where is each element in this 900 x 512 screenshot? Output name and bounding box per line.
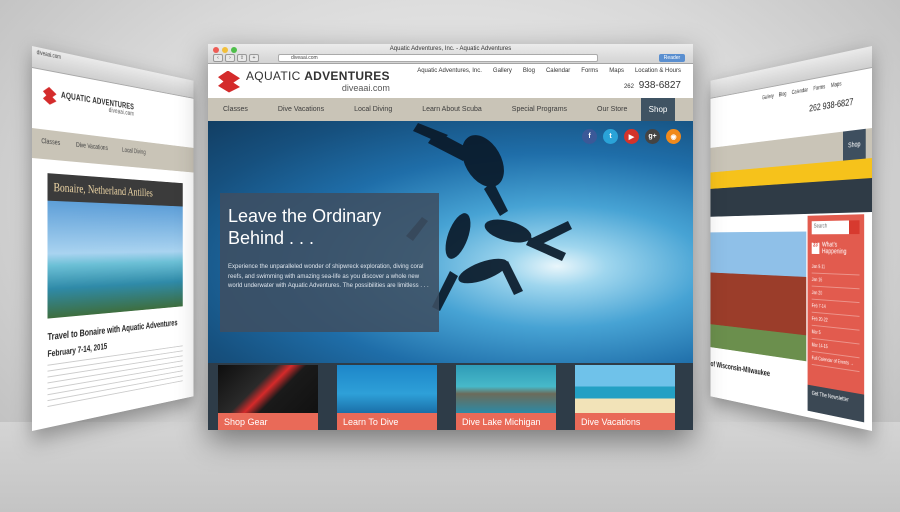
top-link-maps[interactable]: Maps — [609, 68, 624, 74]
tile-label: Dive Vacations — [575, 413, 675, 430]
tile-dive-lake-michigan[interactable]: Dive Lake Michigan — [456, 365, 556, 430]
left-browser-window: diveaai.com AQUATIC ADVENTURES diveaai.c… — [32, 46, 194, 431]
nav-item-classes[interactable]: Classes — [208, 106, 263, 113]
right-top-link[interactable]: Calendar — [792, 88, 808, 96]
left-nav-item[interactable]: Classes — [41, 138, 60, 152]
whats-happening-heading: 23 What's Happening — [811, 241, 860, 256]
whats-happening-sidebar: Search 23 What's Happening Jan 9-11 Jan … — [807, 214, 865, 423]
top-link-gallery[interactable]: Gallery — [493, 68, 512, 74]
logo-mark-icon — [218, 70, 240, 93]
diver-image — [337, 365, 437, 413]
browser-nav-buttons: ‹ › ⇪ + — [213, 54, 259, 62]
right-top-link[interactable]: Blog — [779, 92, 787, 99]
shipwreck-image — [456, 365, 556, 413]
address-bar[interactable]: diveaai.com — [278, 54, 598, 62]
shop-button[interactable]: Shop — [641, 98, 675, 121]
brand-name: AQUATIC ADVENTURES — [246, 70, 390, 82]
top-link-company[interactable]: Aquatic Adventures, Inc. — [417, 68, 482, 74]
hero-text-box: Leave the Ordinary Behind . . . Experien… — [220, 193, 439, 332]
window-title: Aquatic Adventures, Inc. - Aquatic Adven… — [389, 46, 512, 52]
share-icon[interactable]: ⇪ — [237, 54, 247, 62]
site-header: AQUATIC ADVENTURES diveaai.com Aquatic A… — [208, 64, 693, 98]
nav-item-special-programs[interactable]: Special Programs — [497, 106, 582, 113]
right-search-input[interactable]: Search — [811, 220, 860, 235]
right-phone: 262 938-6827 — [809, 97, 853, 114]
phone-number[interactable]: 262 938-6827 — [624, 80, 681, 91]
hero-heading: Leave the Ordinary Behind . . . — [228, 206, 382, 248]
top-link-forms[interactable]: Forms — [581, 68, 598, 74]
browser-chrome: Aquatic Adventures, Inc. - Aquatic Adven… — [208, 44, 693, 64]
feature-tiles: Shop Gear Learn To Dive Dive Lake Michig… — [208, 363, 693, 430]
top-link-calendar[interactable]: Calendar — [546, 68, 570, 74]
brand-domain: diveaai.com — [341, 83, 390, 93]
right-post-title[interactable]: of Wisconsin-Milwaukee — [711, 359, 770, 378]
newsletter-box[interactable]: Get The Newsletter — [807, 384, 865, 423]
twitter-icon[interactable]: t — [603, 129, 618, 144]
building-photo — [710, 231, 807, 362]
site-logo[interactable]: AQUATIC ADVENTURES diveaai.com — [218, 70, 390, 93]
add-icon[interactable]: + — [249, 54, 259, 62]
right-shop-button[interactable]: Shop — [843, 128, 866, 161]
right-top-link[interactable]: Maps — [831, 82, 842, 90]
right-top-link[interactable]: Gallery — [762, 94, 774, 101]
main-nav: Classes Dive Vacations Local Diving Lear… — [208, 98, 693, 121]
top-link-location[interactable]: Location & Hours — [635, 68, 681, 74]
nav-item-local-diving[interactable]: Local Diving — [339, 106, 407, 113]
bonaire-photo — [47, 200, 183, 319]
right-browser-window: Gallery Blog Calendar Forms Maps 262 938… — [710, 46, 872, 431]
brand-name-bold: ADVENTURES — [304, 69, 390, 83]
tile-label: Learn To Dive — [337, 413, 437, 430]
social-links: f t ▶ g+ ◉ — [582, 129, 681, 144]
back-icon[interactable]: ‹ — [213, 54, 223, 62]
facebook-icon[interactable]: f — [582, 129, 597, 144]
reader-button[interactable]: Reader — [659, 54, 685, 62]
youtube-icon[interactable]: ▶ — [624, 129, 639, 144]
beach-image — [575, 365, 675, 413]
tile-learn-to-dive[interactable]: Learn To Dive — [337, 365, 437, 430]
hero-banner: f t ▶ g+ ◉ Leave the Ordinary Behind . .… — [208, 121, 693, 363]
right-top-link[interactable]: Forms — [813, 84, 825, 92]
google-plus-icon[interactable]: g+ — [645, 129, 660, 144]
calendar-icon: 23 — [811, 242, 820, 255]
tile-label: Dive Lake Michigan — [456, 413, 556, 430]
left-window-logo[interactable]: AQUATIC ADVENTURES diveaai.com — [43, 86, 134, 118]
nav-item-learn-about-scuba[interactable]: Learn About Scuba — [407, 106, 497, 113]
tile-dive-vacations[interactable]: Dive Vacations — [575, 365, 675, 430]
floor-background — [0, 422, 900, 512]
phone-digits: 938-6827 — [638, 80, 681, 91]
nav-item-our-store[interactable]: Our Store — [582, 106, 642, 113]
top-links: Aquatic Adventures, Inc. Gallery Blog Ca… — [417, 68, 681, 74]
rss-icon[interactable]: ◉ — [666, 129, 681, 144]
main-browser-window: Aquatic Adventures, Inc. - Aquatic Adven… — [208, 44, 693, 430]
tile-label: Shop Gear — [218, 413, 318, 430]
right-phone-number: 938-6827 — [822, 96, 854, 113]
dive-gear-image — [218, 365, 318, 413]
right-phone-area: 262 — [809, 102, 821, 115]
brand-name-light: AQUATIC — [246, 69, 305, 83]
left-nav-item[interactable]: Dive Vacations — [76, 142, 108, 157]
hero-body: Experience the unparalleled wonder of sh… — [228, 264, 429, 289]
nav-item-dive-vacations[interactable]: Dive Vacations — [263, 106, 339, 113]
phone-area-code: 262 — [623, 84, 634, 90]
top-link-blog[interactable]: Blog — [523, 68, 535, 74]
left-window-url[interactable]: diveaai.com — [37, 50, 61, 61]
forward-icon[interactable]: › — [225, 54, 235, 62]
left-nav-item[interactable]: Local Diving — [122, 147, 146, 160]
logo-mark-icon — [43, 86, 57, 106]
tile-shop-gear[interactable]: Shop Gear — [218, 365, 318, 430]
whats-happening-label: What's Happening — [821, 241, 847, 256]
